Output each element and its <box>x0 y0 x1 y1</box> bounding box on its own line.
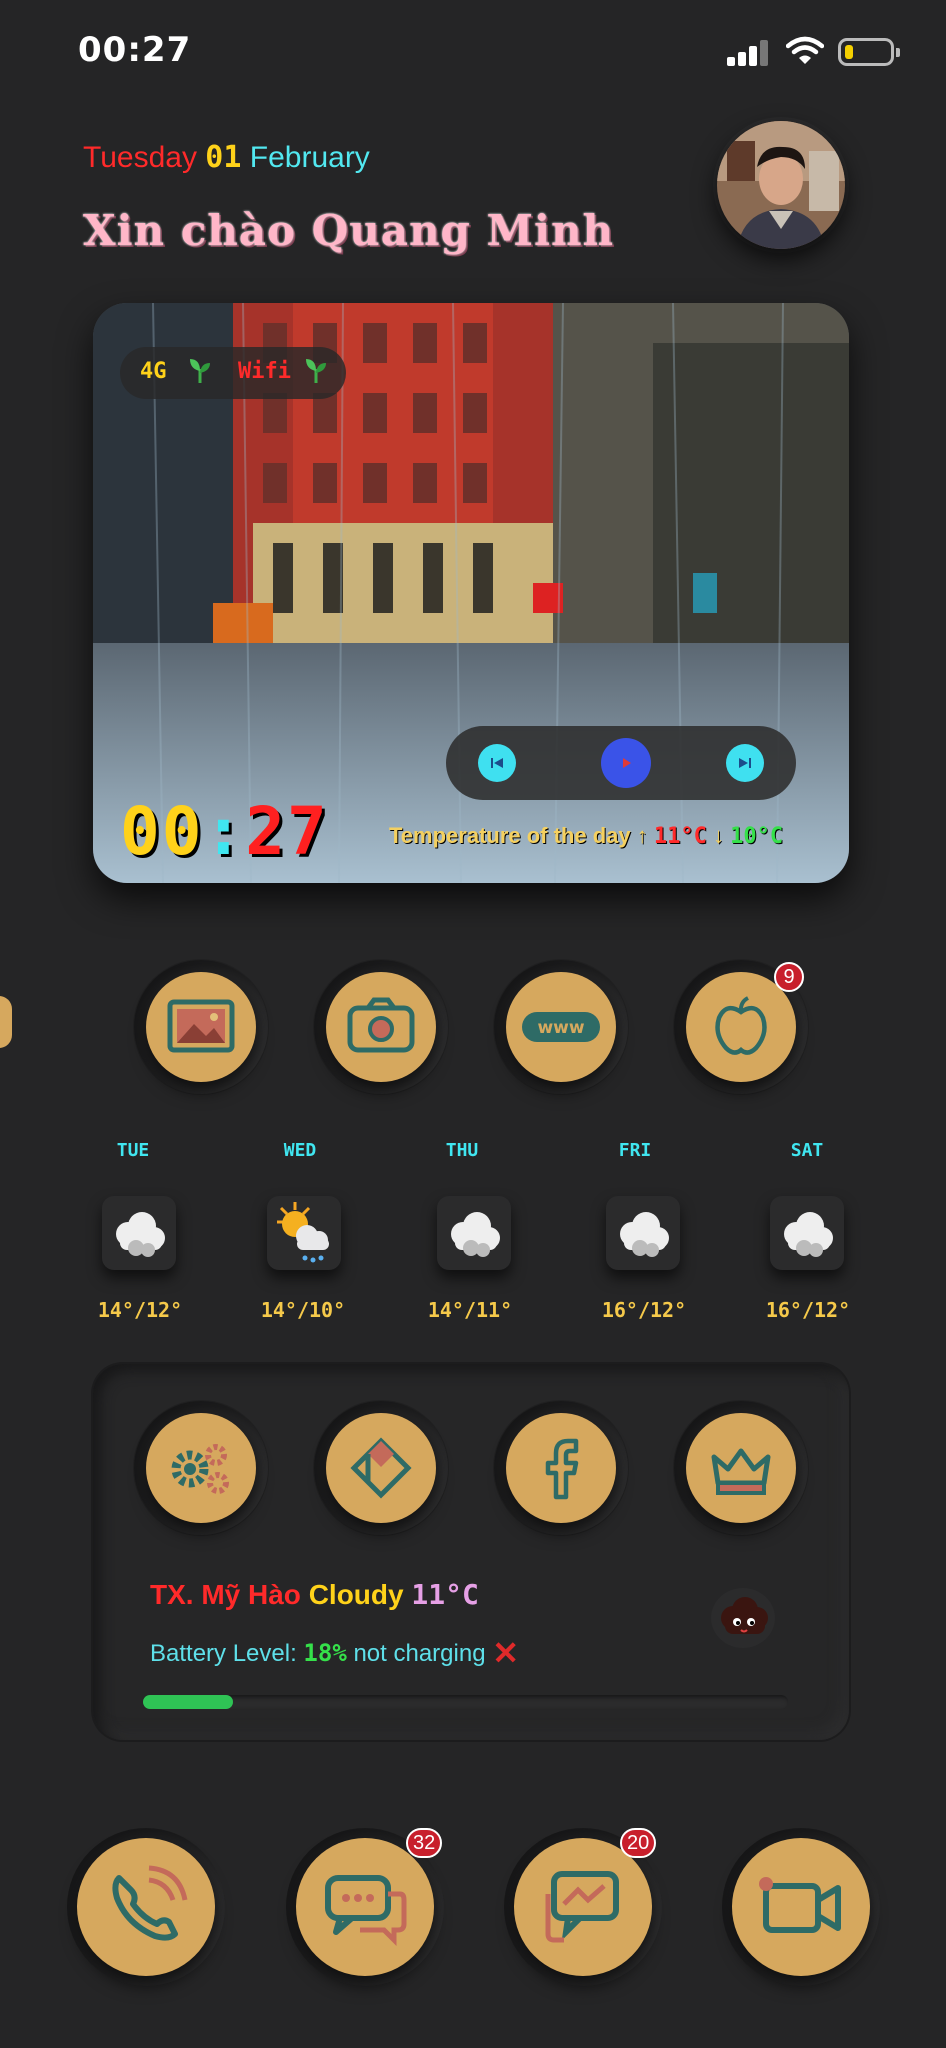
low-temp: 10°C <box>730 824 784 849</box>
settings-gears-icon[interactable] <box>146 1413 256 1523</box>
greeting: Xin chào Quang Minh <box>83 206 615 255</box>
cloud-face-icon <box>711 1588 775 1648</box>
cloudy-icon <box>770 1196 844 1270</box>
next-track-icon[interactable] <box>726 744 764 782</box>
cloudy-icon <box>606 1196 680 1270</box>
hero-widget: 4G Wifi 00:27 Temperature of the day ↑ 1… <box>93 303 849 883</box>
weather-day: WED <box>283 1140 317 1161</box>
not-charging-icon: ✕ <box>492 1635 520 1671</box>
dock-facetime[interactable] <box>722 1828 880 1986</box>
weather-day: TUE <box>116 1140 150 1161</box>
wifi-network-label: Wifi <box>238 359 291 384</box>
high-temp: 11°C <box>653 824 707 849</box>
messages-icon[interactable] <box>296 1838 434 1976</box>
location-name: TX. Mỹ Hào <box>150 1579 301 1610</box>
low-arrow: ↓ <box>713 823 725 848</box>
weather-day: THU <box>445 1140 479 1161</box>
cellular-signal-icon <box>727 40 769 66</box>
crown-icon[interactable] <box>686 1413 796 1523</box>
avatar[interactable] <box>717 121 845 249</box>
dock-messenger[interactable]: 20 <box>504 1828 662 1986</box>
battery-line: Battery Level: 18% not charging ✕ <box>150 1634 519 1672</box>
battery-status: not charging <box>353 1640 486 1667</box>
messenger-badge: 20 <box>620 1828 657 1858</box>
app-browser[interactable]: www <box>494 960 628 1094</box>
app-settings[interactable] <box>134 1401 268 1535</box>
svg-text:www: www <box>537 1018 584 1038</box>
weather-temp: 14°/11° <box>427 1298 513 1322</box>
dock-messages[interactable]: 32 <box>286 1828 444 1986</box>
weather-day: SAT <box>790 1140 824 1161</box>
location-weather-line: TX. Mỹ Hào Cloudy 11°C <box>150 1578 479 1611</box>
dock-phone[interactable] <box>67 1828 225 1986</box>
temperature-label: Temperature of the day <box>389 823 631 848</box>
cloudy-icon <box>102 1196 176 1270</box>
clock-separator: : <box>203 793 246 870</box>
photos-icon[interactable] <box>146 972 256 1082</box>
apple-badge: 9 <box>774 962 804 992</box>
camera-icon[interactable] <box>326 972 436 1082</box>
messenger-icon[interactable] <box>514 1838 652 1976</box>
clock-minutes: 27 <box>245 793 329 870</box>
weather-temp: 16°/12° <box>601 1298 687 1322</box>
wifi-icon <box>785 36 825 66</box>
high-arrow: ↑ <box>636 823 648 848</box>
partly-sunny-rain-icon <box>267 1196 341 1270</box>
page-peek-indicator <box>0 996 12 1048</box>
app-apple[interactable]: 9 <box>674 960 808 1094</box>
battery-progress-fill <box>143 1695 234 1709</box>
cloudy-icon <box>437 1196 511 1270</box>
app-kodi[interactable] <box>314 1401 448 1535</box>
www-browser-icon[interactable]: www <box>506 972 616 1082</box>
phone-icon[interactable] <box>77 1838 215 1976</box>
network-status-pill: 4G Wifi <box>120 347 346 399</box>
cell-sprout-icon <box>188 357 212 391</box>
battery-icon <box>838 38 900 66</box>
app-crown[interactable] <box>674 1401 808 1535</box>
app-photos[interactable] <box>134 960 268 1094</box>
previous-track-icon[interactable] <box>478 744 516 782</box>
temperature-of-day: Temperature of the day ↑ 11°C ↓ 10°C <box>389 823 783 849</box>
date-day: Tuesday <box>83 141 197 174</box>
date-line: Tuesday 01 February <box>83 140 370 175</box>
facebook-icon[interactable] <box>506 1413 616 1523</box>
music-player <box>446 726 796 800</box>
date-month: February <box>249 141 370 174</box>
app-facebook[interactable] <box>494 1401 628 1535</box>
wifi-sprout-icon <box>304 357 328 391</box>
weather-temp: 16°/12° <box>765 1298 851 1322</box>
app-camera[interactable] <box>314 960 448 1094</box>
kodi-icon[interactable] <box>326 1413 436 1523</box>
status-time: 00:27 <box>78 30 192 70</box>
battery-progress-bar <box>143 1695 788 1709</box>
current-temp: 11°C <box>411 1578 479 1611</box>
weather-day: FRI <box>618 1140 652 1161</box>
date-number: 01 <box>205 140 242 175</box>
battery-value: 18% <box>303 1639 347 1667</box>
battery-label: Battery Level: <box>150 1640 297 1667</box>
hero-clock: 00:27 <box>120 793 329 870</box>
weather-temp: 14°/12° <box>97 1298 183 1322</box>
facetime-video-icon[interactable] <box>732 1838 870 1976</box>
weather-condition: Cloudy <box>308 1579 404 1610</box>
cell-network-label: 4G <box>140 359 167 384</box>
clock-hours: 00 <box>120 793 204 870</box>
messages-badge: 32 <box>406 1828 443 1858</box>
play-icon[interactable] <box>601 738 651 788</box>
weather-temp: 14°/10° <box>260 1298 346 1322</box>
